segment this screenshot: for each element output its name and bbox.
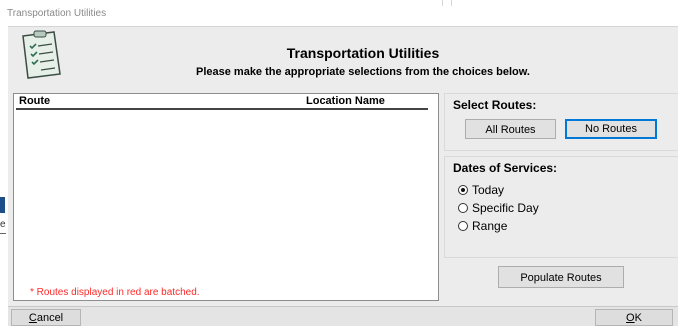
radio-button-icon[interactable] <box>458 203 468 213</box>
radio-today[interactable]: Today <box>458 182 504 198</box>
resize-grip[interactable] <box>442 0 452 6</box>
populate-routes-button[interactable]: Populate Routes <box>498 266 624 288</box>
header-panel: Transportation Utilities Please make the… <box>8 26 678 89</box>
dates-of-services-legend: Dates of Services: <box>453 161 558 175</box>
background-window-line <box>0 233 6 234</box>
ok-button[interactable]: OK <box>595 309 673 326</box>
footer-bar: Cancel OK <box>8 306 678 326</box>
column-header-location-name[interactable]: Location Name <box>306 95 385 107</box>
transportation-utilities-window: Transportation Utilities Transportation … <box>0 0 678 326</box>
no-routes-button[interactable]: No Routes <box>565 119 657 139</box>
background-window-edge <box>0 197 5 213</box>
title-bar[interactable]: Transportation Utilities <box>0 0 678 26</box>
dates-of-services-group: Dates of Services: Today Specific Day Ra… <box>444 156 678 258</box>
radio-button-icon[interactable] <box>458 185 468 195</box>
background-window-text: e <box>0 219 6 230</box>
radio-button-icon[interactable] <box>458 221 468 231</box>
cancel-accelerator: C <box>28 312 37 324</box>
route-list[interactable]: Route Location Name * Routes displayed i… <box>13 93 439 301</box>
column-header-route[interactable]: Route <box>19 95 50 107</box>
cancel-button[interactable]: Cancel <box>11 309 81 326</box>
header-subtitle: Please make the appropriate selections f… <box>196 66 530 78</box>
radio-range-label: Range <box>472 219 508 233</box>
content-panel: Route Location Name * Routes displayed i… <box>8 88 678 306</box>
ok-label: K <box>634 312 642 324</box>
ok-accelerator: O <box>626 312 635 324</box>
all-routes-button[interactable]: All Routes <box>465 119 556 139</box>
radio-specific-day[interactable]: Specific Day <box>458 200 539 216</box>
window-title: Transportation Utilities <box>7 8 107 19</box>
radio-today-label: Today <box>472 183 505 197</box>
batched-routes-note: * Routes displayed in red are batched. <box>30 287 200 298</box>
select-routes-group: Select Routes: All Routes No Routes <box>444 93 678 151</box>
clipboard-checklist-icon <box>18 30 64 80</box>
radio-range[interactable]: Range <box>458 218 507 234</box>
radio-specific-day-label: Specific Day <box>472 201 539 215</box>
route-list-header: Route Location Name <box>16 94 428 110</box>
cancel-label: ancel <box>36 312 64 324</box>
select-routes-legend: Select Routes: <box>453 98 537 112</box>
header-title: Transportation Utilities <box>286 45 440 61</box>
